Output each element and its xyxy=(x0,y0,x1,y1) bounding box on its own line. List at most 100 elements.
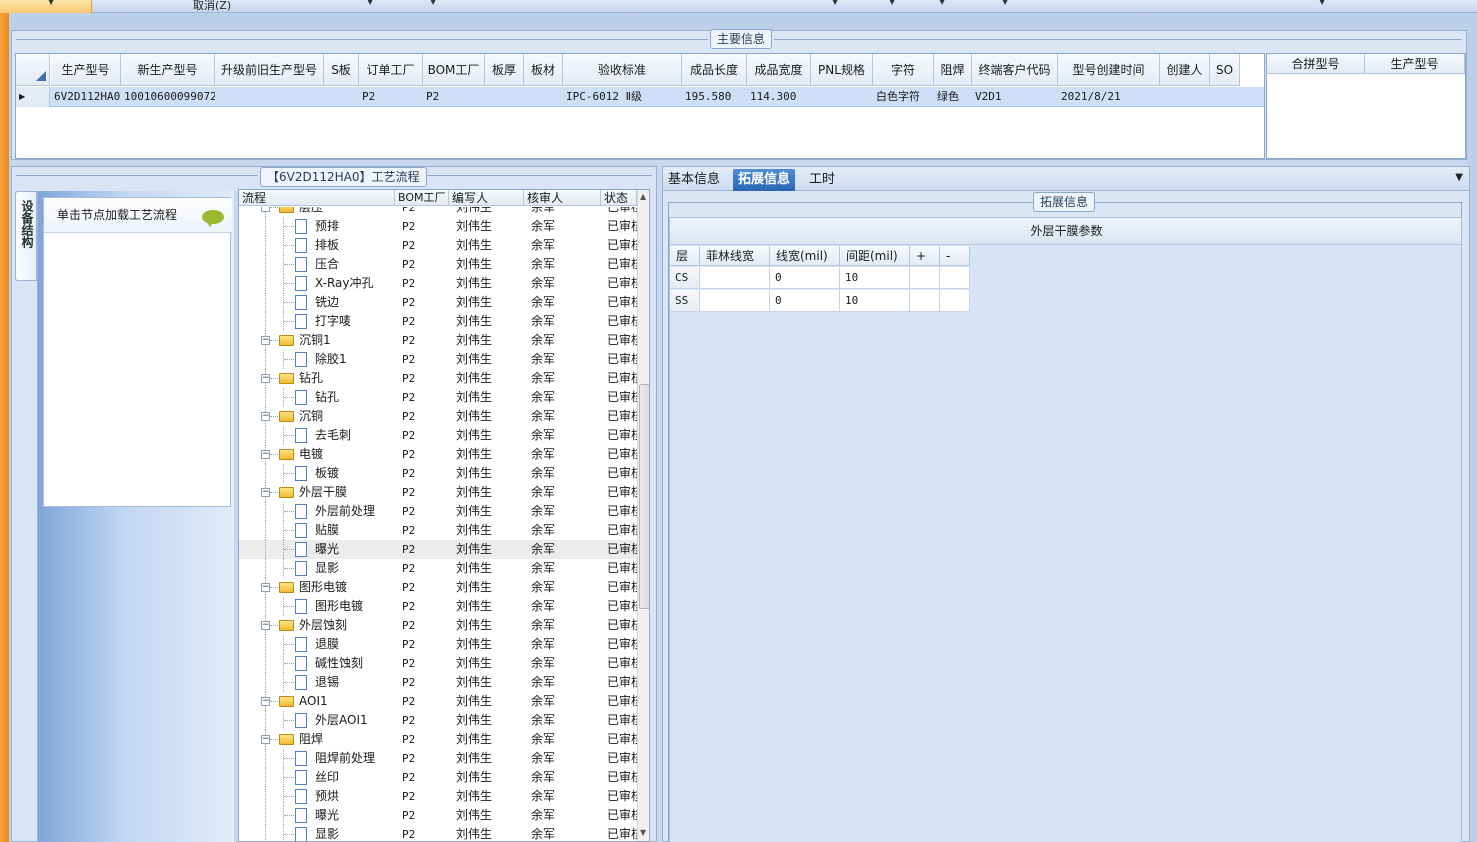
cell-production-model[interactable]: 6V2D112HA0 xyxy=(51,87,121,107)
toolbar-dropdown-button[interactable]: ▼ xyxy=(0,0,92,13)
collapse-icon[interactable]: − xyxy=(261,697,270,706)
col-header-model-create-time[interactable]: 型号创建时间 xyxy=(1058,54,1160,86)
col-header-old-production-model[interactable]: 升级前旧生产型号 xyxy=(215,54,324,86)
col-header-status[interactable]: 状态 xyxy=(601,190,637,206)
cell-s-board[interactable] xyxy=(324,87,359,107)
chevron-down-icon[interactable]: ▼ xyxy=(430,0,436,6)
tree-row[interactable]: − 阻焊 P2 刘伟生 余军 已审核 xyxy=(239,730,637,749)
tree-row[interactable]: 预烘 P2 刘伟生 余军 已审核 xyxy=(239,787,637,806)
tree-row[interactable]: − 钻孔 P2 刘伟生 余军 已审核 xyxy=(239,369,637,388)
col-header-creator[interactable]: 创建人 xyxy=(1160,54,1210,86)
collapse-icon[interactable]: − xyxy=(261,621,270,630)
col-header-writer[interactable]: 编写人 xyxy=(449,190,524,206)
col-header-product-width[interactable]: 成品宽度 xyxy=(747,54,811,86)
cell-end-customer-code[interactable]: V2D1 xyxy=(972,87,1058,107)
col-header-add[interactable]: + xyxy=(910,246,940,266)
tree-row[interactable]: − 沉铜1 P2 刘伟生 余军 已审核 xyxy=(239,331,637,350)
merge-production-model-header[interactable]: 生产型号 xyxy=(1365,54,1465,74)
col-header-reviewer[interactable]: 核审人 xyxy=(524,190,601,206)
tab-menu-chevron-icon[interactable]: ▼ xyxy=(1455,172,1463,183)
tab-equipment-structure[interactable]: 设备结构 xyxy=(15,191,37,281)
tree-row[interactable]: 去毛刺 P2 刘伟生 余军 已审核 xyxy=(239,426,637,445)
col-header-bom-factory[interactable]: BOM工厂 xyxy=(423,54,485,86)
col-header-flow[interactable]: 流程 xyxy=(239,190,395,206)
tree-row[interactable]: − 图形电镀 P2 刘伟生 余军 已审核 xyxy=(239,578,637,597)
tree-row[interactable]: 阻焊前处理 P2 刘伟生 余军 已审核 xyxy=(239,749,637,768)
col-header-s-board[interactable]: S板 xyxy=(324,54,359,86)
cell-bom-factory[interactable]: P2 xyxy=(423,87,485,107)
col-header-end-customer-code[interactable]: 终端客户代码 xyxy=(972,54,1058,86)
cell-product-width[interactable]: 114.300 xyxy=(747,87,811,107)
cell-add[interactable] xyxy=(910,267,940,289)
tab-work-hours[interactable]: 工时 xyxy=(804,169,840,191)
tab-basic-info[interactable]: 基本信息 xyxy=(663,169,725,191)
cell-so[interactable] xyxy=(1210,87,1240,107)
cell-remove[interactable] xyxy=(940,267,970,289)
collapse-icon[interactable]: − xyxy=(261,336,270,345)
cell-order-factory[interactable]: P2 xyxy=(359,87,423,107)
cell-model-create-time[interactable]: 2021/8/21 xyxy=(1058,87,1160,107)
col-header-solder-mask[interactable]: 阻焊 xyxy=(934,54,972,86)
tree-row[interactable]: 打字唛 P2 刘伟生 余军 已审核 xyxy=(239,312,637,331)
cell-board-material[interactable] xyxy=(524,87,563,107)
tree-row[interactable]: 丝印 P2 刘伟生 余军 已审核 xyxy=(239,768,637,787)
col-header-new-production-model[interactable]: 新生产型号 xyxy=(121,54,215,86)
chevron-down-icon[interactable]: ▼ xyxy=(832,0,838,6)
tree-row[interactable]: − 外层蚀刻 P2 刘伟生 余军 已审核 xyxy=(239,616,637,635)
tree-row[interactable]: 贴膜 P2 刘伟生 余军 已审核 xyxy=(239,521,637,540)
cell-creator[interactable] xyxy=(1160,87,1210,107)
col-header-pnl-spec[interactable]: PNL规格 xyxy=(811,54,873,86)
cell-acceptance-standard[interactable]: IPC-6012 Ⅱ级 xyxy=(563,87,682,107)
col-header-product-length[interactable]: 成品长度 xyxy=(682,54,747,86)
col-header-line-width-mil[interactable]: 线宽(mil) xyxy=(770,246,840,266)
cell-legend[interactable]: 白色字符 xyxy=(873,87,934,107)
cell-layer[interactable]: CS xyxy=(670,267,700,289)
collapse-icon[interactable]: − xyxy=(261,488,270,497)
tab-extended-info[interactable]: 拓展信息 xyxy=(733,169,796,191)
tree-row[interactable]: 退锡 P2 刘伟生 余军 已审核 xyxy=(239,673,637,692)
cell-line-width-mil[interactable]: 0 xyxy=(770,267,840,289)
collapse-icon[interactable]: − xyxy=(261,735,270,744)
cell-film-line-width[interactable] xyxy=(700,290,770,312)
collapse-icon[interactable]: − xyxy=(261,412,270,421)
col-header-acceptance-standard[interactable]: 验收标准 xyxy=(563,54,682,86)
cell-solder-mask[interactable]: 绿色 xyxy=(934,87,972,107)
cell-add[interactable] xyxy=(910,290,940,312)
chevron-down-icon[interactable]: ▼ xyxy=(1002,0,1008,6)
collapse-icon[interactable]: − xyxy=(261,583,270,592)
col-header-layer[interactable]: 层 xyxy=(670,246,700,266)
col-header-remove[interactable]: - xyxy=(940,246,970,266)
tree-scrollbar[interactable]: ▲ ▼ xyxy=(637,190,649,841)
cell-spacing-mil[interactable]: 10 xyxy=(840,290,910,312)
process-tree-list[interactable]: 流程 BOM工厂 编写人 核审人 状态 −层压P2刘伟生余军已审核预排P2刘伟生… xyxy=(238,189,650,842)
tree-row[interactable]: 预排 P2 刘伟生 余军 已审核 xyxy=(239,217,637,236)
tree-row[interactable]: 外层前处理 P2 刘伟生 余军 已审核 xyxy=(239,502,637,521)
col-header-bom[interactable]: BOM工厂 xyxy=(395,190,449,206)
tree-row[interactable]: − 层压 P2 刘伟生 余军 已审核 xyxy=(239,207,637,217)
tree-row[interactable]: 碱性蚀刻 P2 刘伟生 余军 已审核 xyxy=(239,654,637,673)
cell-board-thickness[interactable] xyxy=(485,87,524,107)
tree-row[interactable]: 曝光 P2 刘伟生 余军 已审核 xyxy=(239,806,637,825)
tree-row[interactable]: 图形电镀 P2 刘伟生 余军 已审核 xyxy=(239,597,637,616)
grid-corner[interactable] xyxy=(16,54,50,86)
tree-row[interactable]: 铣边 P2 刘伟生 余军 已审核 xyxy=(239,293,637,312)
tree-row[interactable]: − 电镀 P2 刘伟生 余军 已审核 xyxy=(239,445,637,464)
col-header-board-thickness[interactable]: 板厚 xyxy=(485,54,524,86)
cell-layer[interactable]: SS xyxy=(670,290,700,312)
tree-row[interactable]: − AOI1 P2 刘伟生 余军 已审核 xyxy=(239,692,637,711)
tree-row[interactable]: 显影 P2 刘伟生 余军 已审核 xyxy=(239,825,637,841)
col-header-board-material[interactable]: 板材 xyxy=(524,54,563,86)
chevron-down-icon[interactable]: ▼ xyxy=(1319,0,1325,6)
col-header-film-line-width[interactable]: 菲林线宽 xyxy=(700,246,770,266)
col-header-spacing-mil[interactable]: 间距(mil) xyxy=(840,246,910,266)
cancel-button[interactable]: 取消(Z) xyxy=(193,0,231,13)
tree-row[interactable]: 板镀 P2 刘伟生 余军 已审核 xyxy=(239,464,637,483)
tree-row[interactable]: 外层AOI1 P2 刘伟生 余军 已审核 xyxy=(239,711,637,730)
cell-pnl-spec[interactable] xyxy=(811,87,873,107)
cell-remove[interactable] xyxy=(940,290,970,312)
merge-model-header[interactable]: 合拼型号 xyxy=(1267,54,1365,74)
collapse-icon[interactable]: − xyxy=(261,374,270,383)
scroll-down-icon[interactable]: ▼ xyxy=(640,828,646,837)
cell-old-production-model[interactable] xyxy=(215,87,324,107)
tree-row[interactable]: 钻孔 P2 刘伟生 余军 已审核 xyxy=(239,388,637,407)
